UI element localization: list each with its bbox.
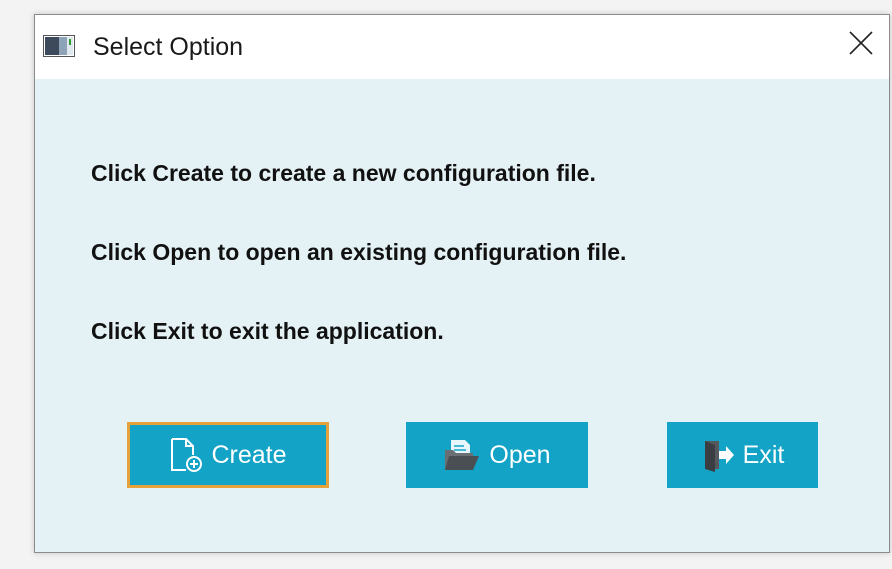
close-button[interactable] [839, 23, 883, 67]
app-window-icon [43, 35, 75, 57]
exit-door-icon [701, 438, 735, 472]
select-option-dialog: Select Option Click Create to create a n… [34, 14, 890, 553]
create-button-label: Create [211, 440, 287, 469]
open-button[interactable]: Open [406, 422, 588, 488]
new-file-icon [169, 437, 203, 473]
exit-button[interactable]: Exit [667, 422, 818, 488]
create-instruction: Click Create to create a new configurati… [91, 160, 596, 186]
window-title: Select Option [93, 33, 244, 61]
create-button[interactable]: Create [127, 422, 329, 488]
open-instruction: Click Open to open an existing configura… [91, 239, 627, 265]
title-bar[interactable]: Select Option [35, 15, 889, 79]
exit-button-label: Exit [742, 440, 785, 469]
open-folder-icon [443, 438, 481, 472]
exit-instruction: Click Exit to exit the application. [91, 318, 444, 344]
open-button-label: Open [489, 440, 551, 469]
close-icon [848, 30, 874, 61]
